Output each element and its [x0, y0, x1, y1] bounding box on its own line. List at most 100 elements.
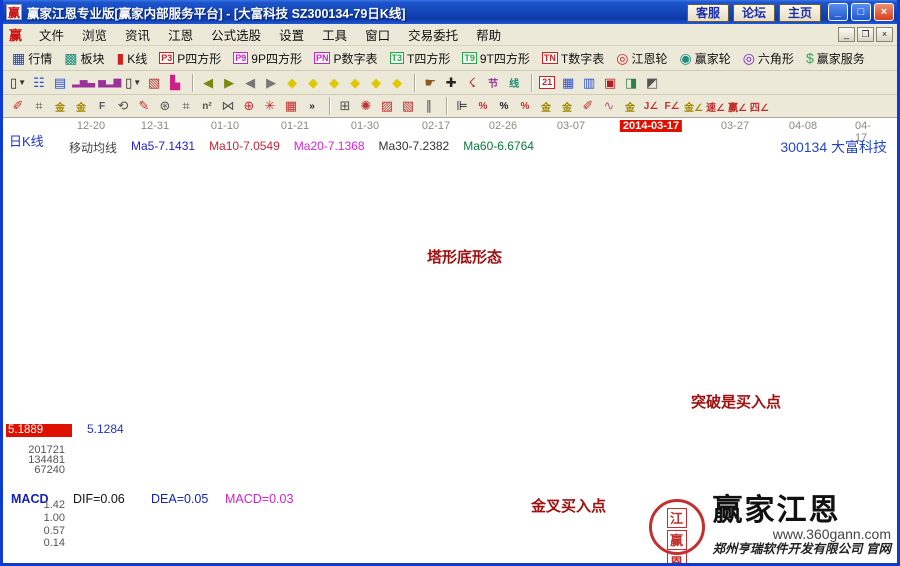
gold-angle-2-button[interactable]: 金∠: [684, 97, 703, 115]
menu-item-5[interactable]: 设置: [270, 23, 313, 46]
t-square-button[interactable]: T3T四方形: [387, 49, 454, 68]
n-square-button[interactable]: n²: [198, 97, 216, 115]
calculator-button[interactable]: ▦: [559, 74, 577, 92]
t9-square-button[interactable]: T99T四方形: [459, 49, 533, 68]
minimize-button[interactable]: _: [828, 3, 848, 21]
circle-ruler-button[interactable]: ⊛: [156, 97, 174, 115]
pattern-zone-button[interactable]: ▧: [145, 74, 163, 92]
angle-mirror-button[interactable]: ⋈: [219, 97, 237, 115]
menu-item-6[interactable]: 工具: [313, 23, 356, 46]
zoom-left-button[interactable]: ◆: [283, 74, 301, 92]
percent-strike-button[interactable]: %: [474, 97, 492, 115]
app-logo-icon: 赢: [6, 4, 22, 20]
parallel-lines-button[interactable]: ∥: [420, 97, 438, 115]
info-panel-button[interactable]: ▤: [51, 74, 69, 92]
menu-item-2[interactable]: 资讯: [116, 23, 159, 46]
titlebar-button-0[interactable]: 客服: [687, 4, 729, 22]
small-bars-button[interactable]: ▂▅▃: [72, 74, 95, 92]
mdi-close-button[interactable]: ×: [876, 27, 893, 42]
maximize-button[interactable]: □: [851, 3, 871, 21]
zoom-h-shrink-button[interactable]: ◆: [346, 74, 364, 92]
tick-ruler-button[interactable]: ⌗: [177, 97, 195, 115]
crosshair-tool-button[interactable]: ✚: [442, 74, 460, 92]
calendar-21-button[interactable]: 21: [538, 74, 556, 92]
wave-tool-button[interactable]: ∿: [600, 97, 618, 115]
page-next-button[interactable]: ▶: [262, 74, 280, 92]
export-chart-button[interactable]: ◨: [622, 74, 640, 92]
gann-wheel-button[interactable]: ◎江恩轮: [613, 49, 670, 68]
shade-box-2-button[interactable]: ▧: [399, 97, 417, 115]
grid-ruler-button[interactable]: ⌗: [30, 97, 48, 115]
four-angle-button[interactable]: 四∠: [750, 97, 769, 115]
grid-box-button[interactable]: ▦: [282, 97, 300, 115]
percent-button[interactable]: %: [495, 97, 513, 115]
p9-square-button[interactable]: P99P四方形: [230, 49, 305, 68]
zoom-h-expand-button[interactable]: ◆: [325, 74, 343, 92]
gold-line-button[interactable]: 金: [558, 97, 576, 115]
winner-wheel-button[interactable]: ◉赢家轮: [676, 49, 733, 68]
jump-last-button[interactable]: ▶: [220, 74, 238, 92]
line-tool-button[interactable]: 线: [505, 74, 523, 92]
annotation-pattern: 塔形底形态: [427, 246, 502, 267]
winner-service-button[interactable]: $赢家服务: [803, 49, 868, 68]
menu-item-0[interactable]: 文件: [30, 23, 73, 46]
user-export-button[interactable]: ◩: [643, 74, 661, 92]
percent-line-button[interactable]: %: [516, 97, 534, 115]
gann-target-button[interactable]: ⊕: [240, 97, 258, 115]
hexagon-button[interactable]: ◎六角形: [740, 49, 797, 68]
save-disk-button[interactable]: ▣: [601, 74, 619, 92]
gold-grid-button[interactable]: 金: [51, 97, 69, 115]
dif-value: DIF=0.06: [73, 492, 125, 506]
f-angle-button[interactable]: F∠: [663, 97, 681, 115]
mdi-minimize-button[interactable]: _: [838, 27, 855, 42]
kline-button[interactable]: ▮K线: [114, 49, 151, 68]
menu-item-7[interactable]: 窗口: [356, 23, 399, 46]
titlebar-button-1[interactable]: 论坛: [733, 4, 775, 22]
candle-style-button[interactable]: ▯▼: [9, 74, 27, 92]
close-button[interactable]: ×: [874, 3, 894, 21]
ray-fan-button[interactable]: ✺: [357, 97, 375, 115]
hand-tool-button[interactable]: ☛: [421, 74, 439, 92]
festival-tool-button[interactable]: 节: [484, 74, 502, 92]
jump-first-button[interactable]: ◀: [199, 74, 217, 92]
menu-item-8[interactable]: 交易委托: [399, 23, 467, 46]
menu-item-4[interactable]: 公式选股: [202, 23, 270, 46]
sectors-button[interactable]: ▩板块: [61, 49, 107, 68]
notes-button[interactable]: ▥: [580, 74, 598, 92]
zoom-all-button[interactable]: ◆: [367, 74, 385, 92]
select-box-button[interactable]: ⊞: [336, 97, 354, 115]
pointer-tool-button[interactable]: ☇: [463, 74, 481, 92]
scale-tool-button[interactable]: ⊫: [453, 97, 471, 115]
speed-angle-button[interactable]: 速∠: [706, 97, 725, 115]
gold-grid-2-button[interactable]: 金: [72, 97, 90, 115]
brush-2-button[interactable]: ✎: [135, 97, 153, 115]
star-rays-button[interactable]: ✳: [261, 97, 279, 115]
brush-3-button[interactable]: ✐: [579, 97, 597, 115]
win-angle-button[interactable]: 赢∠: [728, 97, 747, 115]
spiral-button[interactable]: ⟲: [114, 97, 132, 115]
t-number-table-button[interactable]: TNT数字表: [539, 49, 607, 68]
p-square-button[interactable]: P3P四方形: [156, 49, 224, 68]
shade-box-button[interactable]: ▨: [378, 97, 396, 115]
toolbar-label: 板块: [80, 50, 104, 67]
color-histogram-button[interactable]: ▙: [166, 74, 184, 92]
menu-item-9[interactable]: 帮助: [467, 23, 510, 46]
gold-circle-button[interactable]: 金: [537, 97, 555, 115]
candle-type-button[interactable]: ▯▼: [124, 74, 142, 92]
mdi-restore-button[interactable]: ❐: [857, 27, 874, 42]
j-angle-button[interactable]: J∠: [642, 97, 660, 115]
gold-angle-button[interactable]: 金: [621, 97, 639, 115]
small-bars-2-button[interactable]: ▅▂▆: [98, 74, 121, 92]
page-prev-button[interactable]: ◀: [241, 74, 259, 92]
brush-button[interactable]: ✐: [9, 97, 27, 115]
titlebar-button-2[interactable]: 主页: [779, 4, 821, 22]
menu-item-3[interactable]: 江恩: [159, 23, 202, 46]
more-tools-button[interactable]: »: [303, 97, 321, 115]
p-number-table-button[interactable]: PNP数字表: [311, 49, 381, 68]
quotes-button[interactable]: ▦行情: [9, 49, 55, 68]
f-grid-button[interactable]: F: [93, 97, 111, 115]
overlay-chart-button[interactable]: ☷: [30, 74, 48, 92]
zoom-right-button[interactable]: ◆: [304, 74, 322, 92]
zoom-full-button[interactable]: ◆: [388, 74, 406, 92]
menu-item-1[interactable]: 浏览: [73, 23, 116, 46]
